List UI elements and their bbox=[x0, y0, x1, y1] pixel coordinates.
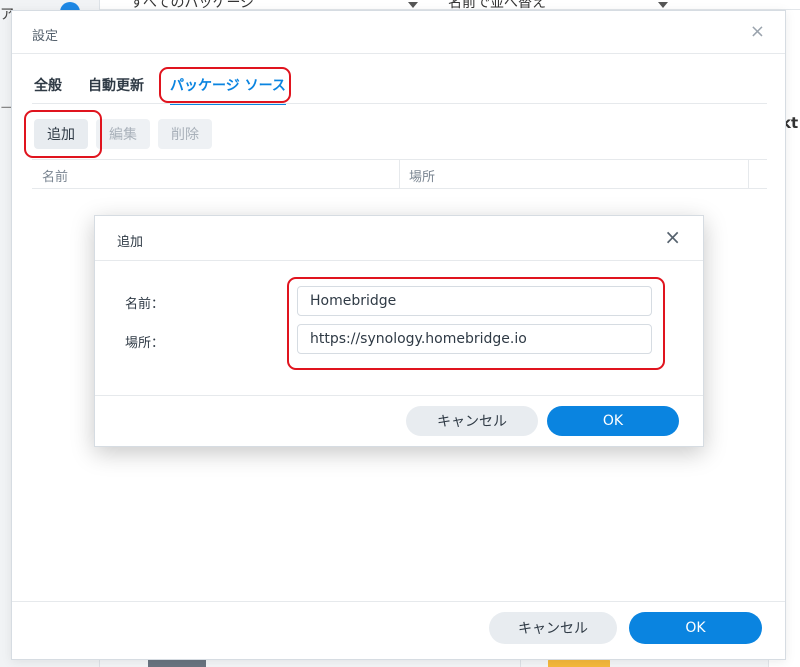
cancel-button[interactable]: キャンセル bbox=[489, 612, 617, 644]
edit-button[interactable]: 編集 bbox=[96, 119, 150, 149]
settings-tabs: 全般 自動更新 パッケージ ソース bbox=[34, 67, 312, 105]
name-label: 名前： bbox=[125, 297, 165, 312]
settings-title: 設定 bbox=[32, 29, 59, 44]
divider bbox=[12, 53, 785, 54]
add-button[interactable]: 追加 bbox=[34, 119, 88, 149]
name-field[interactable] bbox=[297, 286, 652, 316]
ok-button[interactable]: OK bbox=[547, 406, 679, 436]
cancel-button[interactable]: キャンセル bbox=[406, 406, 538, 436]
divider bbox=[32, 103, 767, 104]
divider bbox=[12, 601, 785, 602]
location-field[interactable] bbox=[297, 324, 652, 354]
divider bbox=[95, 395, 703, 396]
close-icon[interactable]: × bbox=[664, 227, 681, 247]
column-resize-handle[interactable] bbox=[748, 160, 749, 188]
column-header-location[interactable]: 場所 bbox=[409, 166, 435, 185]
add-source-dialog: 追加 × 名前： 場所： キャンセル OK bbox=[94, 215, 704, 447]
source-grid-header: 名前 場所 bbox=[32, 159, 767, 189]
delete-button[interactable]: 削除 bbox=[158, 119, 212, 149]
close-icon[interactable]: × bbox=[750, 23, 765, 41]
ok-button[interactable]: OK bbox=[629, 612, 762, 644]
tab-general[interactable]: 全般 bbox=[34, 67, 62, 103]
tab-auto-update[interactable]: 自動更新 bbox=[88, 67, 144, 103]
add-dialog-title: 追加 bbox=[117, 235, 144, 250]
column-header-name[interactable]: 名前 bbox=[42, 166, 68, 185]
divider bbox=[95, 260, 703, 261]
chevron-down-icon bbox=[658, 2, 668, 8]
location-label: 場所： bbox=[125, 336, 165, 351]
source-toolbar: 追加 編集 削除 bbox=[34, 119, 212, 149]
column-resize-handle[interactable] bbox=[399, 160, 400, 188]
tab-package-sources[interactable]: パッケージ ソース bbox=[170, 67, 286, 105]
chevron-down-icon bbox=[408, 2, 418, 8]
